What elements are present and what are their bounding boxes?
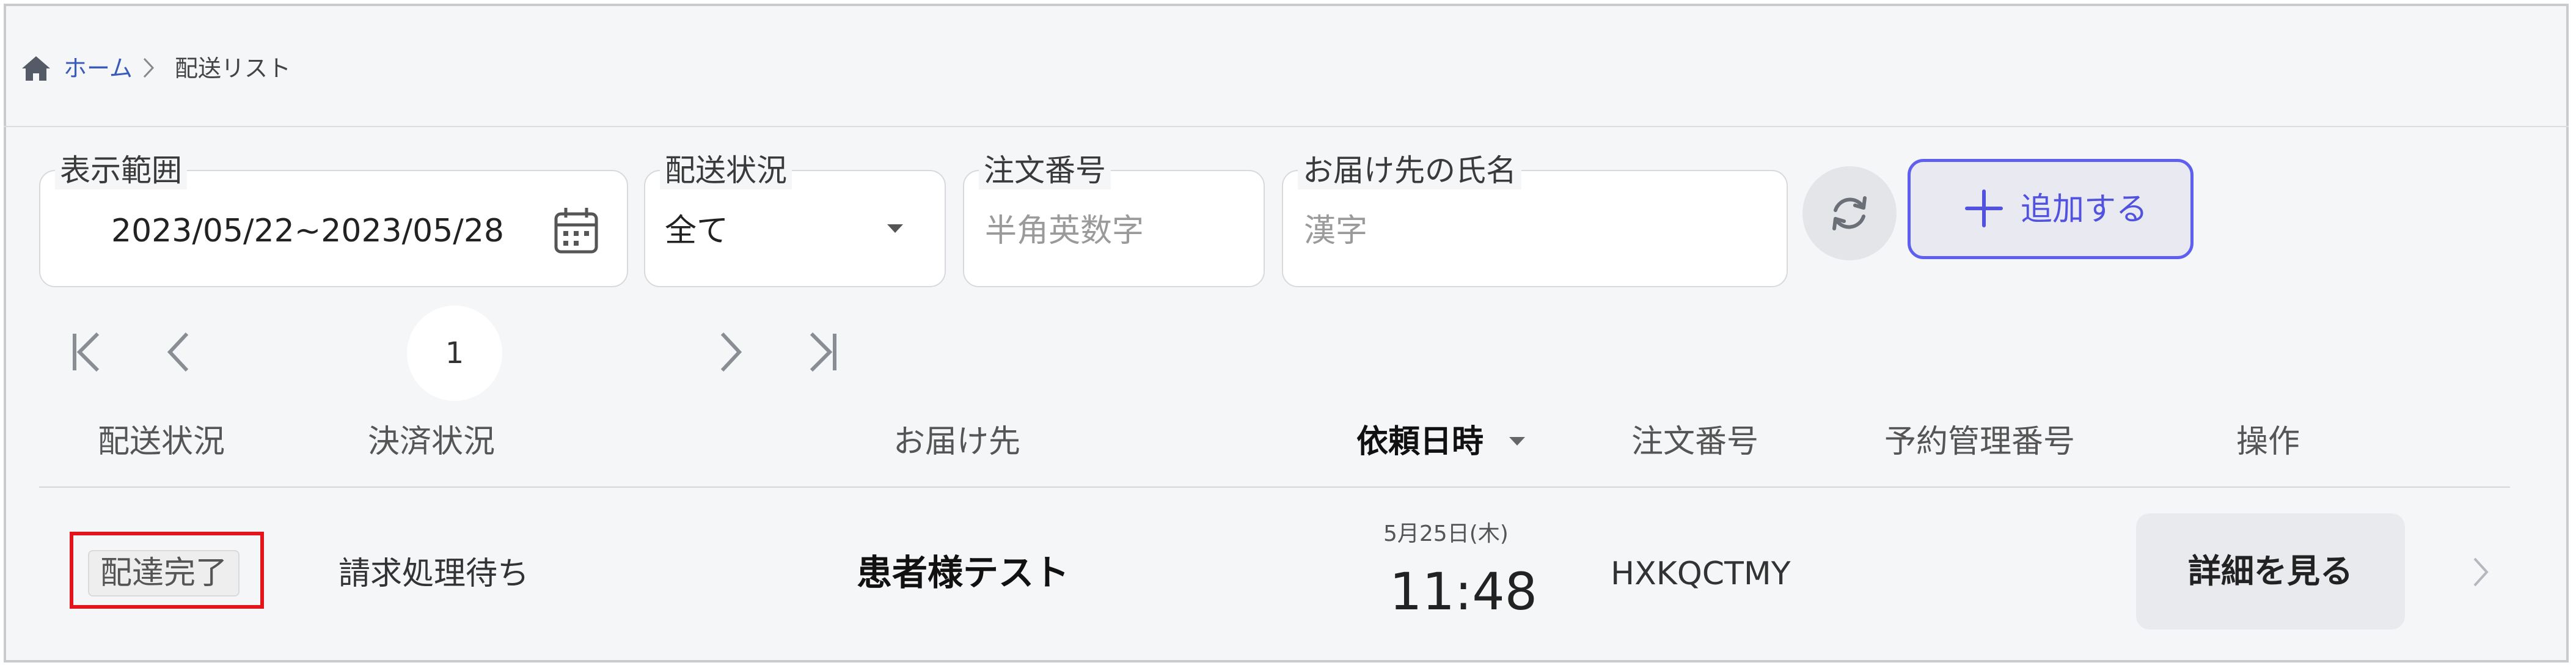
breadcrumb-current: 配送リスト	[175, 55, 291, 82]
plus-icon	[1965, 189, 2003, 227]
date-range-value[interactable]: 2023/05/22~2023/05/28	[111, 211, 504, 251]
first-page-icon[interactable]	[67, 330, 104, 374]
request-time-cell: 11:48	[1389, 562, 1538, 622]
breadcrumb-home-link[interactable]: ホーム	[64, 53, 133, 84]
column-header-request-datetime[interactable]: 依頼日時	[1356, 422, 1484, 462]
header-divider	[4, 126, 2569, 127]
recipient-name-label: お届け先の氏名	[1298, 152, 1521, 189]
table-header-divider	[39, 486, 2510, 488]
column-header-order-number: 注文番号	[1631, 424, 1759, 460]
sort-desc-icon[interactable]	[1508, 435, 1526, 447]
column-header-operation: 操作	[2236, 424, 2300, 460]
calendar-icon[interactable]	[554, 207, 599, 254]
date-range-label: 表示範囲	[55, 152, 187, 189]
column-header-delivery-status: 配送状況	[98, 424, 225, 460]
caret-down-icon[interactable]	[886, 222, 904, 235]
chevron-left-icon[interactable]	[160, 330, 197, 374]
last-page-icon[interactable]	[805, 330, 842, 374]
order-number-label: 注文番号	[979, 152, 1111, 189]
status-select-label: 配送状況	[660, 152, 792, 189]
chevron-right-icon[interactable]	[712, 330, 749, 374]
payment-status-cell: 請求処理待ち	[338, 556, 530, 592]
page-number-current[interactable]: 1	[407, 306, 502, 401]
recipient-cell: 患者様テスト	[857, 552, 1070, 593]
add-button[interactable]: 追加する	[1908, 159, 2194, 259]
refresh-button[interactable]	[1802, 166, 1897, 260]
status-badge: 配達完了	[88, 550, 240, 596]
column-header-reservation-number: 予約管理番号	[1884, 424, 2076, 460]
home-icon[interactable]	[21, 55, 51, 82]
order-number-placeholder[interactable]: 半角英数字	[985, 211, 1144, 251]
recipient-name-placeholder[interactable]: 漢字	[1304, 211, 1367, 251]
column-header-recipient: お届け先	[893, 424, 1021, 460]
chevron-right-icon[interactable]	[2468, 554, 2493, 590]
column-header-payment-status: 決済状況	[368, 424, 496, 460]
refresh-icon	[1832, 196, 1867, 230]
add-button-label: 追加する	[2021, 191, 2148, 228]
request-date-cell: 5月25日(木)	[1383, 521, 1509, 546]
order-number-cell: HXKQCTMY	[1611, 556, 1791, 592]
view-details-button[interactable]: 詳細を見る	[2136, 513, 2405, 629]
chevron-right-icon	[143, 57, 155, 78]
status-select-value[interactable]: 全て	[665, 211, 728, 251]
